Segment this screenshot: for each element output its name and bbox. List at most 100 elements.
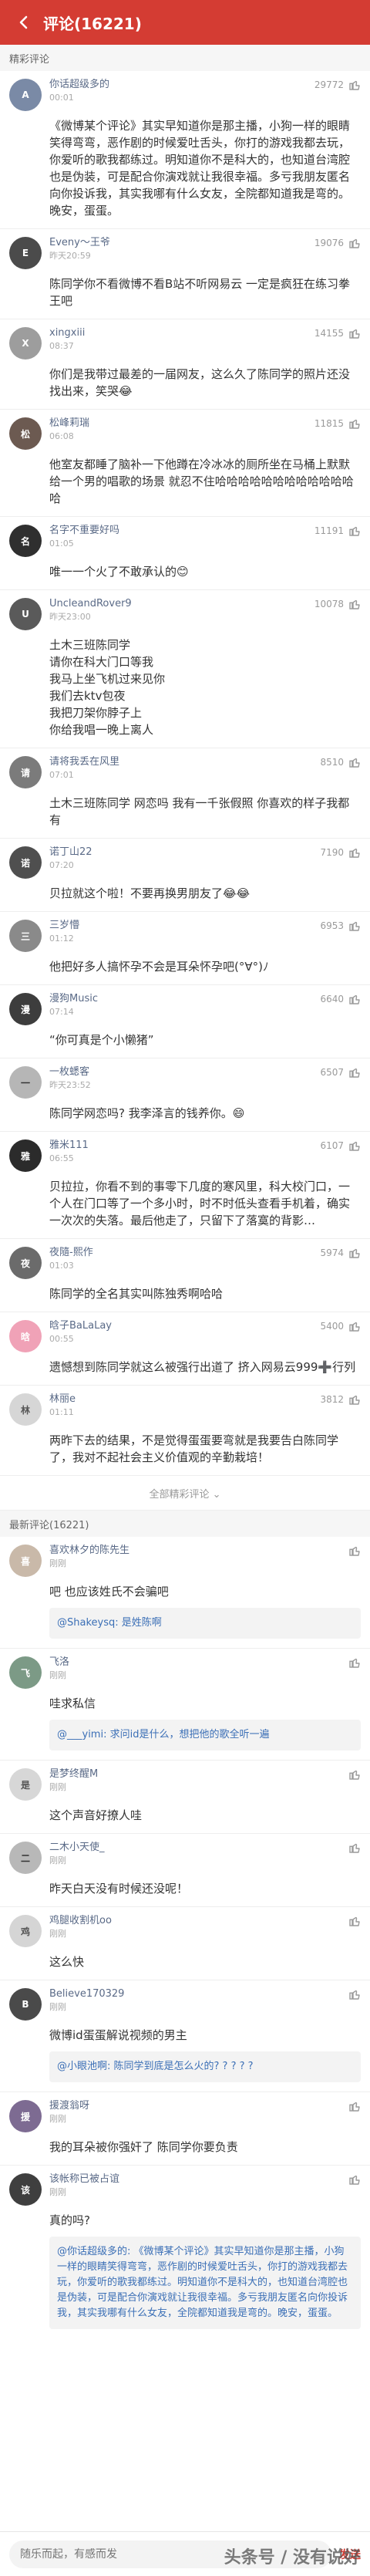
commenter-name[interactable]: xingxiii xyxy=(49,327,307,339)
avatar[interactable]: 名 xyxy=(9,525,42,557)
comment-item[interactable]: A 你话超级多的 00:01 29772 《微博某个评论》其实早知道你是那主播，… xyxy=(0,71,370,229)
like-button[interactable]: 14155 xyxy=(314,327,361,339)
commenter-name[interactable]: 你话超级多的 xyxy=(49,79,307,91)
comment-item[interactable]: 名 名字不重要好吗 01:05 11191 唯一一个火了不敢承认的😊 xyxy=(0,517,370,590)
comment-item[interactable]: 鸡 鸡腿收割机oo 刚刚 这么快 xyxy=(0,1907,370,1980)
like-button[interactable]: 6507 xyxy=(320,1066,361,1079)
back-button[interactable] xyxy=(11,9,37,35)
comment-item[interactable]: 诺 诺丁山22 07:20 7190 贝拉就这个啦！不要再换男朋友了😂😂 xyxy=(0,839,370,912)
commenter-name[interactable]: 是梦终醒M xyxy=(49,1768,336,1781)
avatar[interactable]: 漫 xyxy=(9,993,42,1025)
like-button[interactable]: 11191 xyxy=(314,525,361,537)
comment-item[interactable]: 是 是梦终醒M 刚刚 这个声音好撩人哇 xyxy=(0,1761,370,1834)
avatar[interactable]: E xyxy=(9,237,42,269)
avatar[interactable]: A xyxy=(9,79,42,111)
avatar[interactable]: 林 xyxy=(9,1393,42,1426)
avatar[interactable]: 雅 xyxy=(9,1139,42,1172)
like-button[interactable] xyxy=(344,1768,361,1781)
avatar[interactable]: 诺 xyxy=(9,846,42,879)
commenter-name[interactable]: 援渡翁呀 xyxy=(49,2100,336,2112)
avatar[interactable]: U xyxy=(9,598,42,630)
like-button[interactable]: 29772 xyxy=(314,79,361,91)
avatar[interactable]: 松 xyxy=(9,417,42,450)
like-button[interactable]: 3812 xyxy=(320,1393,361,1406)
comment-item[interactable]: 夜 夜隨-熙作 01:03 5974 陈同学的全名其实叫陈独秀啊哈哈 xyxy=(0,1239,370,1312)
comment-item[interactable]: 一 一枚蟋客 昨天23:52 6507 陈同学网恋吗? 我李泽言的钱养你。😄 xyxy=(0,1058,370,1132)
comment-item[interactable]: 雅 雅米111 06:55 6107 贝拉拉，你看不到的事零下几度的寒风里，科大… xyxy=(0,1132,370,1239)
like-button[interactable] xyxy=(344,1915,361,1927)
avatar[interactable]: 该 xyxy=(9,2173,42,2206)
send-button[interactable]: 发送 xyxy=(339,2547,361,2562)
commenter-name[interactable]: 鸡腿收割机oo xyxy=(49,1915,336,1927)
commenter-name[interactable]: 三岁懵 xyxy=(49,920,312,932)
commenter-name[interactable]: 雅米111 xyxy=(49,1139,312,1152)
comment-item[interactable]: 二 二木小天使_ 刚刚 昨天白天没有时候还没呢！ xyxy=(0,1834,370,1907)
comment-item[interactable]: 漫 漫狗Music 07:14 6640 “你可真是个小懒猪” xyxy=(0,985,370,1058)
avatar[interactable]: 请 xyxy=(9,756,42,788)
comment-item[interactable]: B Believe170329 刚刚 微博id蛋蛋解说视频的男主 @小眼池啊: … xyxy=(0,1980,370,2092)
comment-item[interactable]: 援 援渡翁呀 刚刚 我的耳朵被你强奸了 陈同学你要负责 xyxy=(0,2092,370,2166)
comment-item[interactable]: 林 林丽e 01:11 3812 两昨下去的结果，不是觉得蛋蛋要弯就是我要告白陈… xyxy=(0,1386,370,1476)
like-button[interactable]: 5400 xyxy=(320,1320,361,1332)
comment-item[interactable]: X xingxiii 08:37 14155 你们是我带过最差的一届网友，这么久… xyxy=(0,319,370,410)
like-button[interactable] xyxy=(344,2173,361,2186)
comment-item[interactable]: 请 请将我丢在风里 07:01 8510 土木三班陈同学 网恋吗 我有一千张假照… xyxy=(0,748,370,839)
all-hot-comments-link[interactable]: 全部精彩评论 ⌄ xyxy=(0,1476,370,1511)
commenter-name[interactable]: 一枚蟋客 xyxy=(49,1066,312,1079)
like-button[interactable]: 6107 xyxy=(320,1139,361,1152)
like-button[interactable]: 19076 xyxy=(314,237,361,249)
commenter-name[interactable]: Believe170329 xyxy=(49,1988,336,2000)
commenter-name[interactable]: 夜隨-熙作 xyxy=(49,1247,312,1259)
comment-item[interactable]: 喜 喜欢林夕的陈先生 刚刚 吧 也应该姓氏不会骗吧 @Shakeysq: 是姓陈… xyxy=(0,1537,370,1649)
avatar[interactable]: X xyxy=(9,327,42,360)
like-button[interactable] xyxy=(344,1988,361,2000)
avatar[interactable]: 飞 xyxy=(9,1656,42,1689)
commenter-name[interactable]: 飞洛 xyxy=(49,1656,336,1669)
avatar[interactable]: 喜 xyxy=(9,1545,42,1577)
avatar[interactable]: 晗 xyxy=(9,1320,42,1352)
reply-quote[interactable]: @Shakeysq: 是姓陈啊 xyxy=(49,1608,361,1639)
commenter-name[interactable]: Eveny～王爷 xyxy=(49,237,307,249)
like-button[interactable]: 7190 xyxy=(320,846,361,859)
comment-input[interactable] xyxy=(9,2540,331,2568)
like-button[interactable]: 10078 xyxy=(314,598,361,610)
comment-item[interactable]: E Eveny～王爷 昨天20:59 19076 陈同学你不看微博不看B站不听网… xyxy=(0,229,370,319)
comment-item[interactable]: U UncleandRover9 昨天23:00 10078 土木三班陈同学 请… xyxy=(0,590,370,748)
comment-item[interactable]: 三 三岁懵 01:12 6953 他把好多人搞怀孕不会是耳朵怀孕吧(°∀°)ﾉ xyxy=(0,912,370,985)
like-button[interactable]: 6953 xyxy=(320,920,361,932)
commenter-name[interactable]: 该帐称已被占谊 xyxy=(49,2173,336,2186)
like-button[interactable] xyxy=(344,1545,361,1557)
avatar[interactable]: 三 xyxy=(9,920,42,952)
reply-quote[interactable]: @小眼池啊: 陈同学到底是怎么火的? ? ? ? ? xyxy=(49,2051,361,2082)
avatar[interactable]: B xyxy=(9,1988,42,2021)
commenter-name[interactable]: 漫狗Music xyxy=(49,993,312,1005)
avatar[interactable]: 是 xyxy=(9,1768,42,1801)
commenter-name[interactable]: 诺丁山22 xyxy=(49,846,312,859)
avatar[interactable]: 鸡 xyxy=(9,1915,42,1947)
comment-item[interactable]: 晗 晗子BaLaLay 00:55 5400 遗憾想到陈同学就这么被强行出道了 … xyxy=(0,1312,370,1386)
like-button[interactable]: 6640 xyxy=(320,993,361,1005)
like-button[interactable]: 11815 xyxy=(314,417,361,430)
avatar[interactable]: 二 xyxy=(9,1842,42,1874)
commenter-name[interactable]: 晗子BaLaLay xyxy=(49,1320,312,1332)
comment-item[interactable]: 该 该帐称已被占谊 刚刚 真的吗? @你话超级多的: 《微博某个评论》其实早知道… xyxy=(0,2166,370,2338)
commenter-name[interactable]: 林丽e xyxy=(49,1393,312,1406)
commenter-name[interactable]: 名字不重要好吗 xyxy=(49,525,307,537)
commenter-name[interactable]: 喜欢林夕的陈先生 xyxy=(49,1545,336,1557)
reply-quote[interactable]: @你话超级多的: 《微博某个评论》其实早知道你是那主播，小狗一样的眼睛笑得弯弯，… xyxy=(49,2237,361,2329)
like-button[interactable] xyxy=(344,1842,361,1854)
comment-item[interactable]: 松 松峰莉瑞 06:08 11815 他室友都睡了脑补一下他蹲在冷冰冰的厕所坐在… xyxy=(0,410,370,517)
comment-item[interactable]: 飞 飞洛 刚刚 哇求私信 @___yimi: 求问id是什么，想把他的歌全听一遍 xyxy=(0,1649,370,1761)
avatar[interactable]: 援 xyxy=(9,2100,42,2132)
commenter-name[interactable]: UncleandRover9 xyxy=(49,598,307,610)
commenter-name[interactable]: 请将我丢在风里 xyxy=(49,756,312,768)
avatar[interactable]: 夜 xyxy=(9,1247,42,1279)
commenter-name[interactable]: 松峰莉瑞 xyxy=(49,417,307,430)
like-button[interactable]: 8510 xyxy=(320,756,361,768)
reply-quote[interactable]: @___yimi: 求问id是什么，想把他的歌全听一遍 xyxy=(49,1720,361,1751)
commenter-name[interactable]: 二木小天使_ xyxy=(49,1842,336,1854)
like-button[interactable] xyxy=(344,1656,361,1669)
like-button[interactable] xyxy=(344,2100,361,2112)
avatar[interactable]: 一 xyxy=(9,1066,42,1099)
like-button[interactable]: 5974 xyxy=(320,1247,361,1259)
